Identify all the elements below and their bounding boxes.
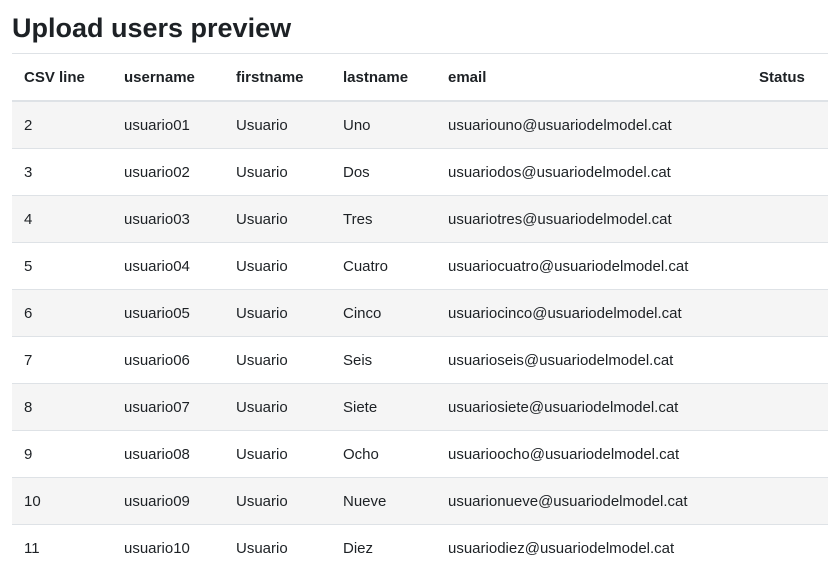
cell-csv-line: 8 [12, 383, 112, 431]
cell-status [747, 524, 828, 571]
cell-email: usuariosiete@usuariodelmodel.cat [436, 383, 747, 431]
column-header-status: Status [747, 53, 828, 102]
cell-csv-line: 10 [12, 477, 112, 525]
cell-firstname: Usuario [224, 195, 331, 243]
column-header-lastname: lastname [331, 53, 436, 102]
table-header: CSV line username firstname lastname ema… [12, 53, 828, 102]
cell-firstname: Usuario [224, 242, 331, 290]
cell-csv-line: 7 [12, 336, 112, 384]
cell-firstname: Usuario [224, 430, 331, 478]
cell-lastname: Ocho [331, 430, 436, 478]
cell-firstname: Usuario [224, 524, 331, 571]
cell-lastname: Nueve [331, 477, 436, 525]
table-row: 2 usuario01 Usuario Uno usuariouno@usuar… [12, 100, 828, 149]
cell-username: usuario03 [112, 195, 224, 243]
cell-email: usuariotres@usuariodelmodel.cat [436, 195, 747, 243]
cell-email: usuarioseis@usuariodelmodel.cat [436, 336, 747, 384]
cell-lastname: Seis [331, 336, 436, 384]
cell-csv-line: 3 [12, 148, 112, 196]
cell-csv-line: 11 [12, 524, 112, 571]
page-title: Upload users preview [12, 13, 292, 43]
cell-lastname: Uno [331, 100, 436, 149]
cell-status [747, 383, 828, 431]
column-header-firstname: firstname [224, 53, 331, 102]
cell-username: usuario02 [112, 148, 224, 196]
cell-status [747, 289, 828, 337]
cell-email: usuariodos@usuariodelmodel.cat [436, 148, 747, 196]
table-body: 2 usuario01 Usuario Uno usuariouno@usuar… [12, 100, 828, 571]
table-row: 9 usuario08 Usuario Ocho usuarioocho@usu… [12, 430, 828, 478]
cell-firstname: Usuario [224, 336, 331, 384]
cell-csv-line: 2 [12, 100, 112, 149]
table-row: 5 usuario04 Usuario Cuatro usuariocuatro… [12, 242, 828, 290]
cell-email: usuariocuatro@usuariodelmodel.cat [436, 242, 747, 290]
cell-username: usuario08 [112, 430, 224, 478]
cell-status [747, 100, 828, 149]
cell-status [747, 242, 828, 290]
cell-username: usuario09 [112, 477, 224, 525]
cell-firstname: Usuario [224, 100, 331, 149]
cell-username: usuario04 [112, 242, 224, 290]
cell-lastname: Tres [331, 195, 436, 243]
table-row: 4 usuario03 Usuario Tres usuariotres@usu… [12, 195, 828, 243]
cell-csv-line: 5 [12, 242, 112, 290]
cell-firstname: Usuario [224, 289, 331, 337]
cell-email: usuarioocho@usuariodelmodel.cat [436, 430, 747, 478]
cell-email: usuariouno@usuariodelmodel.cat [436, 100, 747, 149]
cell-username: usuario07 [112, 383, 224, 431]
cell-username: usuario10 [112, 524, 224, 571]
cell-csv-line: 6 [12, 289, 112, 337]
cell-csv-line: 9 [12, 430, 112, 478]
cell-status [747, 477, 828, 525]
cell-email: usuarionueve@usuariodelmodel.cat [436, 477, 747, 525]
cell-csv-line: 4 [12, 195, 112, 243]
table-header-row: CSV line username firstname lastname ema… [12, 53, 828, 102]
table-row: 3 usuario02 Usuario Dos usuariodos@usuar… [12, 148, 828, 196]
table-row: 10 usuario09 Usuario Nueve usuarionueve@… [12, 477, 828, 525]
cell-firstname: Usuario [224, 148, 331, 196]
cell-status [747, 148, 828, 196]
table-row: 7 usuario06 Usuario Seis usuarioseis@usu… [12, 336, 828, 384]
cell-email: usuariocinco@usuariodelmodel.cat [436, 289, 747, 337]
cell-status [747, 430, 828, 478]
cell-status [747, 336, 828, 384]
cell-username: usuario06 [112, 336, 224, 384]
cell-firstname: Usuario [224, 383, 331, 431]
cell-lastname: Siete [331, 383, 436, 431]
upload-preview-table: CSV line username firstname lastname ema… [12, 53, 828, 571]
column-header-csv-line: CSV line [12, 53, 112, 102]
cell-username: usuario05 [112, 289, 224, 337]
cell-lastname: Cinco [331, 289, 436, 337]
cell-username: usuario01 [112, 100, 224, 149]
table-row: 11 usuario10 Usuario Diez usuariodiez@us… [12, 524, 828, 571]
column-header-email: email [436, 53, 747, 102]
table-row: 8 usuario07 Usuario Siete usuariosiete@u… [12, 383, 828, 431]
table-row: 6 usuario05 Usuario Cinco usuariocinco@u… [12, 289, 828, 337]
upload-users-preview-page: Upload users preview CSV line username f… [0, 0, 828, 585]
cell-lastname: Cuatro [331, 242, 436, 290]
cell-firstname: Usuario [224, 477, 331, 525]
cell-lastname: Diez [331, 524, 436, 571]
column-header-username: username [112, 53, 224, 102]
cell-email: usuariodiez@usuariodelmodel.cat [436, 524, 747, 571]
cell-lastname: Dos [331, 148, 436, 196]
cell-status [747, 195, 828, 243]
